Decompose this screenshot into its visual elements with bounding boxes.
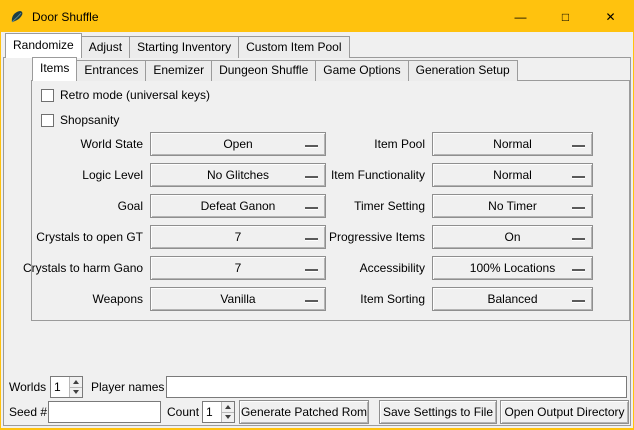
world-state-label: World State bbox=[23, 137, 143, 151]
shopsanity-checkbox[interactable] bbox=[41, 114, 54, 127]
item-sorting-dropdown[interactable]: Balanced bbox=[432, 287, 593, 311]
crystals-gt-value: 7 bbox=[235, 230, 242, 244]
dropdown-indicator-icon bbox=[572, 300, 585, 302]
crystals-ganon-dropdown[interactable]: 7 bbox=[150, 256, 326, 280]
dropdown-indicator-icon bbox=[572, 176, 585, 178]
item-functionality-dropdown[interactable]: Normal bbox=[432, 163, 593, 187]
sub-tab-bar: Items Entrances Enemizer Dungeon Shuffle… bbox=[32, 58, 518, 81]
spin-down-button[interactable] bbox=[222, 412, 234, 423]
spin-up-button[interactable] bbox=[222, 402, 234, 412]
item-sorting-value: Balanced bbox=[487, 292, 537, 306]
crystals-gt-label: Crystals to open GT bbox=[23, 230, 143, 244]
dropdown-indicator-icon bbox=[305, 269, 318, 271]
window-title: Door Shuffle bbox=[32, 10, 99, 24]
crystals-ganon-label: Crystals to harm Ganon bbox=[23, 261, 143, 275]
dropdown-indicator-icon bbox=[305, 300, 318, 302]
spin-down-button[interactable] bbox=[70, 387, 82, 398]
count-input[interactable] bbox=[203, 402, 221, 422]
accessibility-value: 100% Locations bbox=[470, 261, 555, 275]
window: Door Shuffle — □ ✕ Randomize Adjust Star… bbox=[0, 0, 634, 430]
dropdown-indicator-icon bbox=[572, 238, 585, 240]
spin-up-icon bbox=[225, 405, 231, 409]
save-settings-button[interactable]: Save Settings to File bbox=[379, 400, 497, 424]
goal-label: Goal bbox=[23, 199, 143, 213]
dropdown-indicator-icon bbox=[572, 145, 585, 147]
close-button[interactable]: ✕ bbox=[588, 1, 633, 32]
minimize-button[interactable]: — bbox=[498, 1, 543, 32]
retro-mode-checkbox[interactable] bbox=[41, 89, 54, 102]
open-output-directory-button[interactable]: Open Output Directory bbox=[500, 400, 629, 424]
goal-value: Defeat Ganon bbox=[201, 199, 276, 213]
tab-randomize[interactable]: Randomize bbox=[5, 33, 82, 58]
dropdown-indicator-icon bbox=[305, 145, 318, 147]
weapons-dropdown[interactable]: Vanilla bbox=[150, 287, 326, 311]
spin-down-icon bbox=[73, 390, 79, 394]
logic-level-dropdown[interactable]: No Glitches bbox=[150, 163, 326, 187]
tab-adjust[interactable]: Adjust bbox=[81, 36, 130, 58]
worlds-input[interactable] bbox=[51, 377, 69, 397]
maximize-icon: □ bbox=[562, 10, 569, 24]
count-label: Count bbox=[167, 401, 199, 423]
dropdown-indicator-icon bbox=[305, 238, 318, 240]
player-names-label: Player names bbox=[91, 376, 164, 398]
tab-generation-setup[interactable]: Generation Setup bbox=[408, 60, 518, 81]
logic-level-value: No Glitches bbox=[207, 168, 269, 182]
player-names-input[interactable] bbox=[166, 376, 627, 398]
spin-down-icon bbox=[225, 415, 231, 419]
tab-custom-item-pool[interactable]: Custom Item Pool bbox=[238, 36, 349, 58]
dropdown-indicator-icon bbox=[572, 269, 585, 271]
item-sorting-label: Item Sorting bbox=[321, 292, 425, 306]
crystals-gt-dropdown[interactable]: 7 bbox=[150, 225, 326, 249]
tab-entrances[interactable]: Entrances bbox=[76, 60, 146, 81]
item-functionality-value: Normal bbox=[493, 168, 532, 182]
seed-input[interactable] bbox=[48, 401, 161, 423]
accessibility-dropdown[interactable]: 100% Locations bbox=[432, 256, 593, 280]
world-state-dropdown[interactable]: Open bbox=[150, 132, 326, 156]
tab-enemizer[interactable]: Enemizer bbox=[145, 60, 212, 81]
dropdown-indicator-icon bbox=[305, 207, 318, 209]
titlebar[interactable]: Door Shuffle — □ ✕ bbox=[1, 1, 633, 32]
tab-starting-inventory[interactable]: Starting Inventory bbox=[129, 36, 239, 58]
tab-items[interactable]: Items bbox=[32, 57, 77, 81]
worlds-spinner[interactable] bbox=[50, 376, 83, 398]
app-icon bbox=[9, 9, 25, 25]
shopsanity-label: Shopsanity bbox=[60, 113, 119, 127]
tab-game-options[interactable]: Game Options bbox=[315, 60, 408, 81]
timer-setting-dropdown[interactable]: No Timer bbox=[432, 194, 593, 218]
logic-level-label: Logic Level bbox=[23, 168, 143, 182]
close-icon: ✕ bbox=[605, 10, 615, 24]
item-pool-label: Item Pool bbox=[321, 137, 425, 151]
timer-setting-value: No Timer bbox=[488, 199, 537, 213]
dropdown-indicator-icon bbox=[572, 207, 585, 209]
item-functionality-label: Item Functionality bbox=[321, 168, 425, 182]
spin-up-icon bbox=[73, 380, 79, 384]
generate-patched-rom-button[interactable]: Generate Patched Rom bbox=[239, 400, 369, 424]
world-state-value: Open bbox=[223, 137, 252, 151]
progressive-items-value: On bbox=[504, 230, 520, 244]
maximize-button[interactable]: □ bbox=[543, 1, 588, 32]
spin-up-button[interactable] bbox=[70, 377, 82, 387]
progressive-items-dropdown[interactable]: On bbox=[432, 225, 593, 249]
item-pool-dropdown[interactable]: Normal bbox=[432, 132, 593, 156]
timer-setting-label: Timer Setting bbox=[321, 199, 425, 213]
weapons-value: Vanilla bbox=[220, 292, 255, 306]
weapons-label: Weapons bbox=[23, 292, 143, 306]
tab-dungeon-shuffle[interactable]: Dungeon Shuffle bbox=[211, 60, 316, 81]
minimize-icon: — bbox=[515, 10, 527, 24]
count-spinner[interactable] bbox=[202, 401, 235, 423]
item-pool-value: Normal bbox=[493, 137, 532, 151]
progressive-items-label: Progressive Items bbox=[321, 230, 425, 244]
retro-mode-row: Retro mode (universal keys) bbox=[41, 86, 210, 104]
crystals-ganon-value: 7 bbox=[235, 261, 242, 275]
main-tab-bar: Randomize Adjust Starting Inventory Cust… bbox=[5, 34, 350, 58]
dropdown-indicator-icon bbox=[305, 176, 318, 178]
worlds-label: Worlds bbox=[9, 376, 46, 398]
accessibility-label: Accessibility bbox=[321, 261, 425, 275]
shopsanity-row: Shopsanity bbox=[41, 111, 119, 129]
retro-mode-label: Retro mode (universal keys) bbox=[60, 88, 210, 102]
goal-dropdown[interactable]: Defeat Ganon bbox=[150, 194, 326, 218]
seed-label: Seed # bbox=[9, 401, 47, 423]
